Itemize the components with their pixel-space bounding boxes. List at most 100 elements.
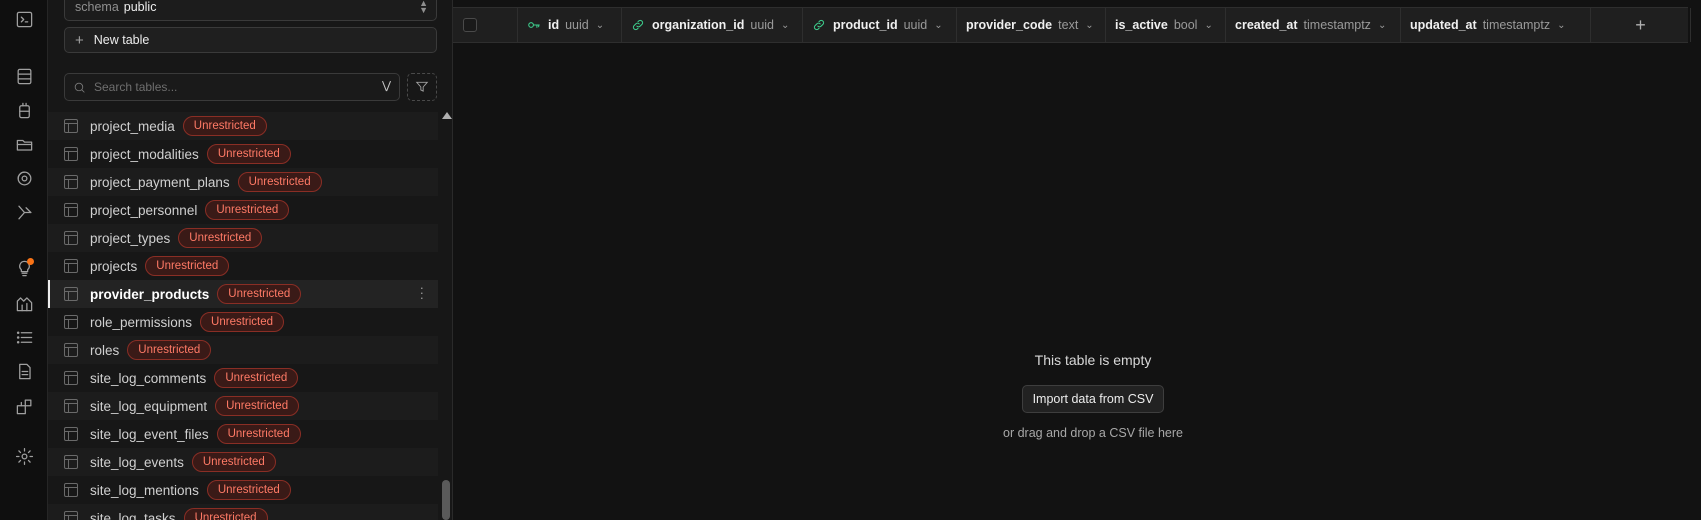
- column-header-id[interactable]: id uuid ⌄: [518, 8, 622, 42]
- rls-status-badge: Unrestricted: [183, 508, 268, 520]
- table-list-scrollbar[interactable]: [438, 110, 452, 520]
- link-icon: [812, 18, 826, 32]
- rls-status-badge: Unrestricted: [206, 480, 291, 500]
- column-type: bool: [1173, 18, 1198, 32]
- settings-icon[interactable]: [12, 444, 36, 468]
- grid-header: id uuid ⌄ organization_id uuid ⌄ product_id uui…: [453, 7, 1691, 43]
- chevron-up-down-icon: ▲ ▼: [419, 0, 428, 15]
- table-icon: [64, 147, 78, 161]
- key-icon: [527, 18, 541, 32]
- table-list-item[interactable]: role_permissions Unrestricted: [48, 308, 438, 336]
- chevron-down-icon[interactable]: ⌄: [781, 20, 789, 31]
- column-type: uuid: [565, 18, 589, 32]
- table-list-item[interactable]: site_log_equipment Unrestricted: [48, 392, 438, 420]
- database-icon[interactable]: [12, 98, 36, 122]
- column-name: created_at: [1235, 18, 1298, 32]
- advisors-icon[interactable]: [12, 256, 36, 280]
- table-list-item[interactable]: provider_products Unrestricted · · ·: [48, 280, 438, 308]
- table-list-item[interactable]: project_modalities Unrestricted: [48, 140, 438, 168]
- search-placeholder: Search tables...: [94, 80, 178, 94]
- table-list-item[interactable]: projects Unrestricted: [48, 252, 438, 280]
- api-docs-icon[interactable]: [12, 359, 36, 383]
- table-editor-icon[interactable]: [12, 64, 36, 88]
- table-icon: [64, 231, 78, 245]
- scroll-thumb[interactable]: [442, 480, 450, 520]
- table-list-item[interactable]: site_log_comments Unrestricted: [48, 364, 438, 392]
- schema-value: public: [123, 0, 157, 14]
- rls-status-badge: Unrestricted: [206, 144, 291, 164]
- chevron-down-icon[interactable]: ⌄: [1085, 20, 1093, 31]
- rls-status-badge: Unrestricted: [127, 340, 212, 360]
- column-header-is-active[interactable]: is_active bool ⌄: [1106, 8, 1226, 42]
- table-icon: [64, 287, 78, 301]
- add-column-button[interactable]: +: [1591, 8, 1691, 42]
- edge-functions-icon[interactable]: [12, 200, 36, 224]
- rls-status-badge: Unrestricted: [191, 452, 276, 472]
- schema-selector[interactable]: schema public ▲ ▼: [64, 0, 437, 21]
- more-options-icon[interactable]: · · ·: [420, 281, 424, 304]
- column-name: provider_code: [966, 18, 1053, 32]
- column-name: product_id: [833, 18, 898, 32]
- column-type: uuid: [903, 18, 928, 32]
- column-type: timestamptz: [1482, 18, 1551, 32]
- column-header-updated-at[interactable]: updated_at timestamptz ⌄: [1401, 8, 1591, 42]
- column-name: is_active: [1115, 18, 1168, 32]
- table-name: project_personnel: [90, 202, 198, 218]
- column-type: text: [1058, 18, 1079, 32]
- table-icon: [64, 399, 78, 413]
- table-list-item[interactable]: site_log_mentions Unrestricted: [48, 476, 438, 504]
- table-list-item[interactable]: site_log_tasks Unrestricted: [48, 504, 438, 520]
- chevron-down-icon[interactable]: ⌄: [1378, 20, 1386, 31]
- table-list-item[interactable]: roles Unrestricted: [48, 336, 438, 364]
- logs-icon[interactable]: [12, 325, 36, 349]
- column-header-product-id[interactable]: product_id uuid ⌄: [803, 8, 957, 42]
- empty-state-hint: or drag and drop a CSV file here: [1003, 426, 1183, 440]
- rls-status-badge: Unrestricted: [205, 200, 290, 220]
- table-list-item[interactable]: project_media Unrestricted: [48, 112, 438, 140]
- column-type: uuid: [750, 18, 775, 32]
- table-list-item[interactable]: site_log_events Unrestricted: [48, 448, 438, 476]
- import-csv-button[interactable]: Import data from CSV: [1021, 385, 1165, 413]
- table-name: project_types: [90, 230, 171, 246]
- table-name: site_log_equipment: [90, 398, 208, 414]
- chevron-down-icon[interactable]: ⌄: [596, 20, 604, 31]
- terminal-icon[interactable]: [12, 7, 36, 31]
- table-icon: [64, 203, 78, 217]
- table-icon: [64, 455, 78, 469]
- table-list-item[interactable]: project_payment_plans Unrestricted: [48, 168, 438, 196]
- table-list-item[interactable]: project_types Unrestricted: [48, 224, 438, 252]
- reports-icon[interactable]: [12, 291, 36, 315]
- table-list-item[interactable]: project_personnel Unrestricted: [48, 196, 438, 224]
- scroll-up-arrow-icon[interactable]: [442, 112, 452, 119]
- column-header-provider-code[interactable]: provider_code text ⌄: [957, 8, 1106, 42]
- table-name: provider_products: [90, 286, 210, 302]
- table-icon: [64, 343, 78, 357]
- column-header-created-at[interactable]: created_at timestamptz ⌄: [1226, 8, 1401, 42]
- new-table-button[interactable]: + New table: [64, 27, 437, 53]
- column-header-organization-id[interactable]: organization_id uuid ⌄: [622, 8, 803, 42]
- table-list-item[interactable]: site_log_event_files Unrestricted: [48, 420, 438, 448]
- search-tables-input[interactable]: Search tables... ⋁: [64, 73, 400, 101]
- realtime-icon[interactable]: [12, 166, 36, 190]
- rls-status-badge: Unrestricted: [182, 116, 267, 136]
- empty-state-title: This table is empty: [1034, 352, 1152, 368]
- rls-status-badge: Unrestricted: [214, 368, 299, 388]
- table-name: project_payment_plans: [90, 174, 230, 190]
- filter-button[interactable]: [407, 73, 437, 101]
- empty-state: This table is empty Import data from CSV…: [453, 352, 1701, 440]
- chevrons-down-icon[interactable]: ⋁: [382, 79, 391, 92]
- table-list: project_media Unrestricted project_modalit…: [48, 112, 438, 520]
- table-icon: [64, 483, 78, 497]
- chevron-down-icon[interactable]: ⌄: [1204, 20, 1212, 31]
- table-name: site_log_event_files: [90, 426, 209, 442]
- table-icon: [64, 175, 78, 189]
- chevron-down-icon[interactable]: ⌄: [1557, 20, 1565, 31]
- tables-sidebar: schema public ▲ ▼ + New table Search tabl…: [48, 0, 453, 520]
- integrations-icon[interactable]: [12, 394, 36, 418]
- select-all-checkbox[interactable]: [463, 18, 477, 32]
- column-type: timestamptz: [1303, 18, 1371, 32]
- column-name: organization_id: [652, 18, 745, 32]
- storage-icon[interactable]: [12, 132, 36, 156]
- table-name: project_media: [90, 118, 175, 134]
- chevron-down-icon[interactable]: ⌄: [934, 20, 942, 31]
